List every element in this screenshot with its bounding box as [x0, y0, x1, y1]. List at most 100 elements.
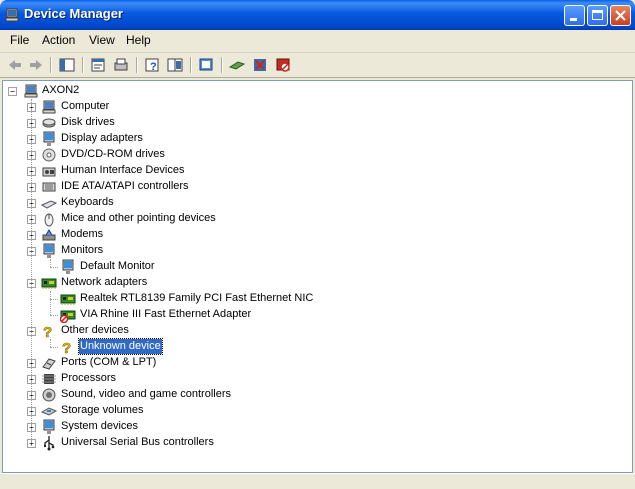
computer-icon — [24, 84, 38, 98]
menu-view[interactable]: View — [89, 33, 115, 47]
tree-node-mice-and-other-pointing-devices[interactable]: + Mice and other pointing devices — [3, 211, 623, 227]
storage-icon — [41, 407, 57, 416]
tree-node-network-adapters[interactable]: − Network adapters — [3, 275, 623, 291]
update-driver-icon[interactable] — [228, 56, 246, 74]
device-tree[interactable]: − AXON2 + Computer + Disk drives + Display adap… — [2, 80, 633, 473]
tree-node-label[interactable]: Computer — [60, 99, 110, 114]
usb-icon — [44, 436, 55, 451]
tree-node-label[interactable]: Disk drives — [60, 115, 116, 130]
tree-node-label[interactable]: IDE ATA/ATAPI controllers — [60, 179, 190, 194]
tree-node-label[interactable]: Display adapters — [60, 131, 144, 146]
sound-icon — [42, 388, 56, 402]
window-title: Device Manager — [24, 6, 123, 21]
tree-node-label[interactable]: AXON2 — [41, 83, 80, 98]
device-manager-window: Device Manager File Action View Help ? −… — [0, 0, 635, 489]
tree-node-label[interactable]: Other devices — [60, 323, 130, 338]
tree-node-label[interactable]: Sound, video and game controllers — [60, 387, 232, 402]
tree-node-system-devices[interactable]: + System devices — [3, 419, 623, 435]
tree-node-label[interactable]: Ports (COM & LPT) — [60, 355, 157, 370]
menu-action[interactable]: Action — [42, 33, 75, 47]
tree-node-label[interactable]: Monitors — [60, 243, 104, 258]
tree-node-modems[interactable]: + Modems — [3, 227, 623, 243]
back-icon[interactable] — [6, 56, 24, 74]
tree-node-processors[interactable]: + Processors — [3, 371, 623, 387]
tree-connector — [50, 339, 51, 347]
svg-text:?: ? — [62, 340, 71, 355]
tree-node-disk-drives[interactable]: + Disk drives — [3, 115, 623, 131]
tree-connector — [50, 259, 51, 267]
tree-node-sound-video-and-game-controllers[interactable]: + Sound, video and game controllers — [3, 387, 623, 403]
show-hide-console-icon[interactable] — [166, 56, 184, 74]
tree-node-monitors[interactable]: − Monitors — [3, 243, 623, 259]
tree-node-realtek-rtl8139-family-pci-fast-ethernet-nic[interactable]: Realtek RTL8139 Family PCI Fast Ethernet… — [3, 291, 623, 307]
tree-node-label[interactable]: Default Monitor — [79, 259, 156, 274]
tree-node-other-devices[interactable]: −? Other devices — [3, 323, 623, 339]
svg-text:?: ? — [43, 324, 52, 339]
network-card-icon — [60, 294, 76, 305]
close-icon — [615, 10, 626, 21]
show-hide-tree-icon[interactable] — [58, 56, 76, 74]
network-card-icon — [41, 278, 57, 289]
title-bar[interactable]: Device Manager — [0, 0, 635, 30]
tree-node-label[interactable]: Universal Serial Bus controllers — [60, 435, 215, 450]
forward-icon[interactable] — [27, 56, 45, 74]
tree-connector — [50, 267, 58, 268]
tree-connector — [50, 347, 58, 348]
tree-node-ide-ata-atapi-controllers[interactable]: + IDE ATA/ATAPI controllers — [3, 179, 623, 195]
tree-node-label[interactable]: Unknown device — [78, 338, 163, 355]
mouse-icon — [44, 213, 54, 227]
menu-file[interactable]: File — [10, 33, 29, 47]
system-icon — [43, 419, 55, 434]
tree-node-label[interactable]: System devices — [60, 419, 139, 434]
tree-node-unknown-device[interactable]: ? Unknown device — [3, 338, 623, 355]
tree-node-dvd-cd-rom-drives[interactable]: + DVD/CD-ROM drives — [3, 147, 623, 163]
properties-icon[interactable] — [89, 56, 107, 74]
tree-node-label[interactable]: Network adapters — [60, 275, 148, 290]
tree-connector — [31, 99, 32, 443]
uninstall-icon[interactable] — [251, 56, 269, 74]
menu-bar: File Action View Help — [0, 30, 635, 53]
status-bar — [0, 473, 635, 489]
tree-node-universal-serial-bus-controllers[interactable]: + Universal Serial Bus controllers — [3, 435, 623, 451]
collapse-icon[interactable]: − — [8, 87, 17, 96]
tree-connector — [50, 299, 58, 300]
disable-icon[interactable] — [274, 56, 292, 74]
tree-node-label[interactable]: Human Interface Devices — [60, 163, 186, 178]
tree-node-keyboards[interactable]: + Keyboards — [3, 195, 623, 211]
tree-node-label[interactable]: Modems — [60, 227, 104, 242]
tree-connector — [50, 291, 51, 315]
tree-node-via-rhine-iii-fast-ethernet-adapter[interactable]: VIA Rhine III Fast Ethernet Adapter — [3, 307, 623, 323]
processor-icon — [42, 374, 56, 384]
tree-node-label[interactable]: Processors — [60, 371, 117, 386]
tree-node-computer[interactable]: + Computer — [3, 99, 623, 115]
tree-node-display-adapters[interactable]: + Display adapters — [3, 131, 623, 147]
modem-icon — [42, 229, 56, 241]
tree-node-label[interactable]: DVD/CD-ROM drives — [60, 147, 166, 162]
toolbar: ? — [0, 53, 635, 78]
tree-node-ports-com-lpt[interactable]: + Ports (COM & LPT) — [3, 355, 623, 371]
tree-node-label[interactable]: Mice and other pointing devices — [60, 211, 217, 226]
display-icon — [43, 131, 55, 146]
close-button[interactable] — [610, 5, 631, 26]
tree-node-storage-volumes[interactable]: + Storage volumes — [3, 403, 623, 419]
minimize-button[interactable] — [564, 5, 585, 26]
unknown-device-icon: ? — [62, 340, 72, 355]
tree-connector — [50, 315, 58, 316]
tree-node-label[interactable]: Realtek RTL8139 Family PCI Fast Ethernet… — [79, 291, 314, 306]
device-manager-icon — [5, 8, 19, 22]
tree-node-label[interactable]: Keyboards — [60, 195, 115, 210]
tree-node-label[interactable]: VIA Rhine III Fast Ethernet Adapter — [79, 307, 252, 322]
tree-node-label[interactable]: Storage volumes — [60, 403, 145, 418]
print-icon[interactable] — [112, 56, 130, 74]
tree-node-default-monitor[interactable]: Default Monitor — [3, 259, 623, 275]
help-icon[interactable]: ? — [143, 56, 161, 74]
tree-node-axon2[interactable]: − AXON2 — [3, 83, 623, 99]
ide-icon — [42, 182, 56, 192]
monitor-icon — [43, 243, 55, 258]
maximize-button[interactable] — [587, 5, 608, 26]
computer-icon — [42, 100, 56, 114]
menu-help[interactable]: Help — [126, 33, 151, 47]
port-icon — [42, 358, 56, 370]
tree-node-human-interface-devices[interactable]: + Human Interface Devices — [3, 163, 623, 179]
scan-hardware-icon[interactable] — [197, 56, 215, 74]
